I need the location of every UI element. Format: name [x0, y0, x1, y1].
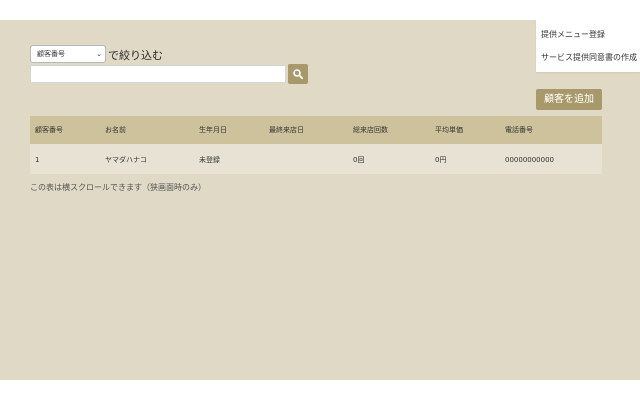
- column-header-customer-number[interactable]: 顧客番号: [35, 116, 63, 144]
- cell-name[interactable]: ヤマダハナコ: [105, 144, 147, 176]
- column-header-last-visit[interactable]: 最終来店日: [269, 116, 304, 144]
- cell-customer-number: 1: [35, 156, 40, 164]
- search-button[interactable]: [288, 64, 308, 84]
- column-header-phone[interactable]: 電話番号: [505, 116, 533, 144]
- cell-phone: 00000000000: [505, 156, 554, 164]
- column-header-name[interactable]: お名前: [105, 116, 126, 144]
- table-row[interactable]: 1 ヤマダハナコ 未登録 0回 0円 00000000000: [30, 144, 602, 174]
- filter-label: で絞り込む: [108, 49, 163, 62]
- scroll-hint-text: この表は横スクロールできます（狭画面時のみ）: [30, 183, 206, 192]
- menu-item-consent-form[interactable]: サービス提供同意書の作成: [541, 52, 637, 63]
- add-customer-button[interactable]: 顧客を追加: [536, 89, 602, 110]
- filter-field-select[interactable]: 顧客番号 ⌄: [30, 45, 106, 63]
- column-header-average-price[interactable]: 平均単価: [435, 116, 463, 144]
- table-header: 顧客番号 お名前 生年月日 最終来店日 総来店回数 平均単価 電話番号: [30, 116, 602, 144]
- chevron-down-icon: ⌄: [96, 50, 102, 58]
- column-header-birthdate[interactable]: 生年月日: [199, 116, 227, 144]
- search-input[interactable]: [30, 65, 286, 83]
- filter-select-value: 顧客番号: [37, 50, 65, 58]
- search-icon: [293, 69, 303, 79]
- menu-item-service-registration[interactable]: 提供メニュー登録: [541, 29, 605, 40]
- dropdown-menu: 提供メニュー登録 サービス提供同意書の作成: [536, 20, 640, 72]
- cell-birthdate: 未登録: [199, 156, 220, 164]
- cell-average-price: 0円: [435, 156, 447, 164]
- cell-visit-count: 0回: [353, 156, 365, 164]
- column-header-visit-count[interactable]: 総来店回数: [353, 116, 388, 144]
